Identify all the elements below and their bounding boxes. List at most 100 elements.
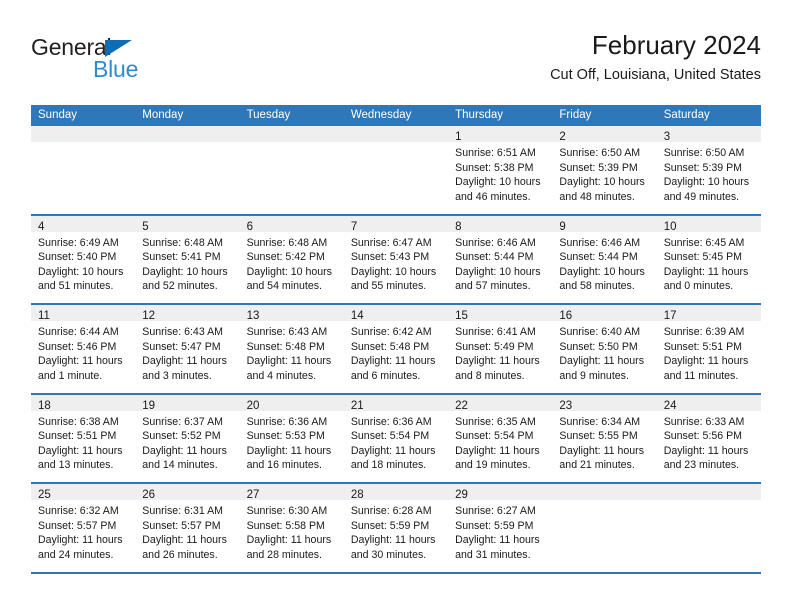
day-number: 16	[559, 310, 573, 322]
day-number-band: 13	[239, 305, 344, 322]
sunrise-text: Sunrise: 6:49 AM	[38, 236, 119, 249]
weekday-header-monday: Monday	[142, 109, 184, 121]
day-cell[interactable]	[656, 484, 761, 572]
day-cell[interactable]: 15 Sunrise: 6:41 AM Sunset: 5:49 PM Dayl…	[448, 305, 553, 393]
sunset-text: Sunset: 5:54 PM	[350, 430, 430, 443]
day-cell[interactable]: 12 Sunrise: 6:43 AM Sunset: 5:47 PM Dayl…	[135, 305, 240, 393]
day-cell[interactable]: 25 Sunrise: 6:32 AM Sunset: 5:57 PM Dayl…	[31, 484, 136, 572]
day-details: Sunrise: 6:27 AM Sunset: 5:59 PM Dayligh…	[448, 500, 552, 562]
sunset-text: Sunset: 5:44 PM	[559, 251, 638, 264]
day-number: 11	[38, 310, 50, 322]
day-cell[interactable]: 21 Sunrise: 6:36 AM Sunset: 5:54 PM Dayl…	[343, 394, 449, 482]
daylight-text-line1: Daylight: 10 hours	[142, 265, 228, 278]
daylight-text-line1: Daylight: 11 hours	[350, 355, 436, 368]
day-cell[interactable]: 8 Sunrise: 6:46 AM Sunset: 5:44 PM Dayli…	[448, 215, 553, 303]
day-number: 12	[142, 310, 156, 322]
sunset-text: Sunset: 5:54 PM	[455, 430, 534, 443]
day-details: Sunrise: 6:43 AM Sunset: 5:47 PM Dayligh…	[135, 321, 239, 383]
day-cell[interactable]	[135, 126, 240, 214]
weekday-header-row: Sunday Monday Tuesday Wednesday Thursday…	[31, 105, 761, 126]
day-cell[interactable]: 27 Sunrise: 6:30 AM Sunset: 5:58 PM Dayl…	[239, 484, 344, 572]
day-number: 10	[663, 220, 677, 233]
day-cell[interactable]: 9 Sunrise: 6:46 AM Sunset: 5:44 PM Dayli…	[552, 215, 657, 303]
day-details: Sunrise: 6:28 AM Sunset: 5:59 PM Dayligh…	[344, 500, 448, 562]
day-number: 17	[663, 310, 677, 322]
sunset-text: Sunset: 5:59 PM	[455, 519, 534, 532]
day-cell[interactable]: 4 Sunrise: 6:49 AM Sunset: 5:40 PM Dayli…	[31, 215, 136, 303]
daylight-text-line2: and 57 minutes.	[455, 280, 531, 293]
daylight-text-line2: and 8 minutes.	[455, 369, 525, 382]
daylight-text-line2: and 18 minutes.	[350, 459, 427, 472]
week-row: 25 Sunrise: 6:32 AM Sunset: 5:57 PM Dayl…	[31, 484, 761, 574]
day-details: Sunrise: 6:50 AM Sunset: 5:39 PM Dayligh…	[552, 142, 656, 204]
daylight-text-line2: and 3 minutes.	[142, 369, 212, 382]
daylight-text-line1: Daylight: 11 hours	[246, 534, 332, 547]
sunrise-text: Sunrise: 6:46 AM	[455, 236, 536, 249]
day-cell[interactable]: 10 Sunrise: 6:45 AM Sunset: 5:45 PM Dayl…	[656, 215, 761, 303]
day-number: 5	[142, 220, 149, 233]
day-cell[interactable]: 19 Sunrise: 6:37 AM Sunset: 5:52 PM Dayl…	[135, 394, 240, 482]
day-cell[interactable]: 20 Sunrise: 6:36 AM Sunset: 5:53 PM Dayl…	[239, 394, 344, 482]
day-cell[interactable]: 23 Sunrise: 6:34 AM Sunset: 5:55 PM Dayl…	[552, 394, 657, 482]
day-cell[interactable]: 6 Sunrise: 6:48 AM Sunset: 5:42 PM Dayli…	[239, 215, 344, 303]
generalblue-logo[interactable]: General Blue	[31, 34, 251, 86]
day-number: 6	[246, 220, 253, 233]
day-number-band: 9	[552, 215, 657, 233]
day-cell[interactable]: 1 Sunrise: 6:51 AM Sunset: 5:38 PM Dayli…	[448, 126, 553, 214]
day-cell[interactable]: 24 Sunrise: 6:33 AM Sunset: 5:56 PM Dayl…	[656, 394, 761, 482]
day-cell[interactable]: 18 Sunrise: 6:38 AM Sunset: 5:51 PM Dayl…	[31, 394, 136, 482]
week-row: 1 Sunrise: 6:51 AM Sunset: 5:38 PM Dayli…	[31, 126, 761, 216]
weekday-header-wednesday: Wednesday	[350, 109, 412, 121]
sunrise-text: Sunrise: 6:28 AM	[350, 505, 432, 517]
daylight-text-line2: and 0 minutes.	[663, 280, 734, 293]
sunrise-text: Sunrise: 6:48 AM	[246, 236, 328, 249]
sunset-text: Sunset: 5:46 PM	[38, 340, 117, 353]
day-cell[interactable]	[552, 484, 657, 572]
day-cell[interactable]: 11 Sunrise: 6:44 AM Sunset: 5:46 PM Dayl…	[31, 305, 136, 393]
day-cell[interactable]: 16 Sunrise: 6:40 AM Sunset: 5:50 PM Dayl…	[552, 305, 657, 393]
day-cell[interactable]	[343, 126, 449, 214]
sunset-text: Sunset: 5:42 PM	[246, 251, 325, 264]
day-cell[interactable]: 28 Sunrise: 6:28 AM Sunset: 5:59 PM Dayl…	[343, 484, 449, 572]
daylight-text-line1: Daylight: 11 hours	[246, 444, 332, 457]
sunset-text: Sunset: 5:49 PM	[455, 340, 534, 353]
daylight-text-line2: and 30 minutes.	[350, 548, 427, 561]
daylight-text-line2: and 21 minutes.	[559, 459, 635, 472]
day-number: 9	[559, 220, 566, 233]
day-cell[interactable]: 22 Sunrise: 6:35 AM Sunset: 5:54 PM Dayl…	[448, 394, 553, 482]
sunrise-text: Sunrise: 6:36 AM	[350, 415, 432, 428]
page-header: General Blue February 2024 Cut Off, Loui…	[31, 28, 761, 94]
day-number-band: 22	[448, 394, 553, 412]
daylight-text-line2: and 4 minutes.	[246, 369, 317, 382]
day-number-band: 16	[552, 305, 657, 322]
day-cell[interactable]	[31, 126, 136, 214]
daylight-text-line2: and 58 minutes.	[559, 280, 635, 293]
day-cell[interactable]: 13 Sunrise: 6:43 AM Sunset: 5:48 PM Dayl…	[239, 305, 344, 393]
day-details: Sunrise: 6:34 AM Sunset: 5:55 PM Dayligh…	[552, 411, 656, 473]
day-cell[interactable]: 26 Sunrise: 6:31 AM Sunset: 5:57 PM Dayl…	[135, 484, 240, 572]
day-number-band	[239, 126, 344, 142]
day-details: Sunrise: 6:46 AM Sunset: 5:44 PM Dayligh…	[448, 232, 552, 294]
day-cell[interactable]	[239, 126, 344, 214]
daylight-text-line2: and 48 minutes.	[559, 190, 635, 203]
day-number-band: 8	[448, 215, 553, 233]
day-cell[interactable]: 5 Sunrise: 6:48 AM Sunset: 5:41 PM Dayli…	[135, 215, 240, 303]
daylight-text-line1: Daylight: 11 hours	[559, 355, 645, 368]
day-cell[interactable]: 17 Sunrise: 6:39 AM Sunset: 5:51 PM Dayl…	[656, 305, 761, 393]
day-cell[interactable]: 29 Sunrise: 6:27 AM Sunset: 5:59 PM Dayl…	[448, 484, 553, 572]
week-row: 18 Sunrise: 6:38 AM Sunset: 5:51 PM Dayl…	[31, 394, 761, 484]
sunset-text: Sunset: 5:45 PM	[663, 251, 743, 264]
day-details: Sunrise: 6:31 AM Sunset: 5:57 PM Dayligh…	[135, 500, 239, 562]
sunset-text: Sunset: 5:40 PM	[38, 251, 117, 264]
day-cell[interactable]: 14 Sunrise: 6:42 AM Sunset: 5:48 PM Dayl…	[343, 305, 449, 393]
day-details: Sunrise: 6:38 AM Sunset: 5:51 PM Dayligh…	[31, 411, 135, 473]
day-cell[interactable]: 2 Sunrise: 6:50 AM Sunset: 5:39 PM Dayli…	[552, 126, 657, 214]
day-details: Sunrise: 6:37 AM Sunset: 5:52 PM Dayligh…	[135, 411, 239, 473]
sunrise-text: Sunrise: 6:50 AM	[559, 147, 641, 159]
day-cell[interactable]: 7 Sunrise: 6:47 AM Sunset: 5:43 PM Dayli…	[343, 215, 449, 303]
day-number-band: 15	[448, 305, 553, 322]
day-cell[interactable]: 3 Sunrise: 6:50 AM Sunset: 5:39 PM Dayli…	[656, 126, 761, 214]
day-number-band: 1	[448, 126, 553, 143]
day-number: 20	[246, 399, 260, 412]
sunset-text: Sunset: 5:55 PM	[559, 430, 638, 443]
